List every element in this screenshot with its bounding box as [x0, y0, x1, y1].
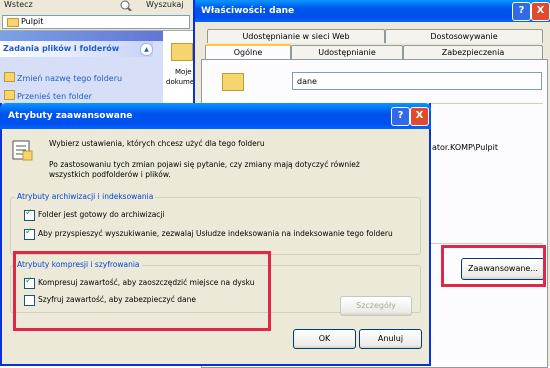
dialog-title: Atrybuty zaawansowane — [8, 111, 133, 121]
highlight-advanced-button — [441, 245, 546, 287]
highlight-compression-group — [13, 251, 271, 331]
properties-titlebar: Właściwości: dane ? X — [195, 0, 550, 22]
move-icon — [4, 90, 15, 100]
folder-icon — [7, 18, 19, 27]
location-value: ator.KOMP\Pulpit — [432, 143, 498, 152]
address-bar: Pulpit — [0, 13, 195, 31]
task-move-folder[interactable]: Przenieś ten folder — [4, 90, 92, 101]
close-button[interactable]: X — [410, 107, 429, 126]
address-value: Pulpit — [21, 17, 44, 26]
archive-label: Folder jest gotowy do archiwizacji — [38, 210, 165, 219]
task-label: Przenieś ten folder — [17, 92, 92, 101]
rename-icon — [4, 72, 15, 82]
task-rename-folder[interactable]: Zmień nazwę tego folderu — [4, 72, 122, 83]
dialog-note-line1: Po zastosowaniu tych zmian pojawi się py… — [49, 160, 360, 169]
ok-button[interactable]: OK — [293, 329, 356, 349]
folder-icon[interactable] — [171, 43, 193, 61]
dialog-titlebar: Atrybuty zaawansowane ? X — [0, 103, 431, 129]
help-button[interactable]: ? — [391, 107, 410, 126]
archive-checkbox[interactable] — [24, 208, 35, 221]
folder-name-input[interactable]: dane — [292, 72, 542, 90]
tab-web-sharing[interactable]: Udostępnianie w sieci Web — [207, 29, 385, 43]
back-button[interactable]: Wstecz — [4, 0, 33, 9]
dialog-note-line2: wszystkich podfolderów i plików. — [49, 170, 171, 179]
details-button[interactable]: Szczegóły — [340, 296, 412, 316]
tab-general[interactable]: Ogólne — [205, 44, 291, 60]
close-button[interactable]: X — [531, 2, 550, 21]
window-title: Właściwości: dane — [201, 6, 295, 16]
folder-icon — [222, 73, 244, 91]
index-label: Aby przyspieszyć wyszukiwanie, zezwalaj … — [38, 229, 393, 238]
address-input[interactable]: Pulpit — [2, 15, 190, 29]
attributes-icon — [11, 139, 33, 161]
search-icon — [120, 0, 132, 12]
file-label: dokume — [166, 78, 195, 86]
task-header-label: Zadania plików i folderów — [3, 44, 120, 53]
file-label: Moje — [175, 68, 192, 76]
explorer-toolbar: Wstecz Wyszukaj — [0, 0, 195, 13]
tab-sharing[interactable]: Udostępnianie — [291, 45, 403, 59]
index-checkbox[interactable] — [24, 227, 35, 240]
help-button[interactable]: ? — [512, 2, 531, 21]
tab-customize[interactable]: Dostosowywanie — [385, 29, 543, 43]
chevron-up-icon[interactable]: ▲ — [140, 43, 153, 56]
archive-attributes-group: Atrybuty archiwizacji i indeksowania — [10, 192, 421, 255]
dialog-intro: Wybierz ustawienia, których chcesz użyć … — [49, 139, 265, 148]
task-header[interactable]: Zadania plików i folderów ▲ — [0, 41, 153, 57]
search-button[interactable]: Wyszukaj — [146, 0, 184, 9]
tab-security[interactable]: Zabezpieczenia — [403, 45, 543, 59]
group-label: Atrybuty archiwizacji i indeksowania — [15, 192, 156, 201]
task-label: Zmień nazwę tego folderu — [17, 74, 123, 83]
cancel-button[interactable]: Anuluj — [359, 329, 422, 349]
